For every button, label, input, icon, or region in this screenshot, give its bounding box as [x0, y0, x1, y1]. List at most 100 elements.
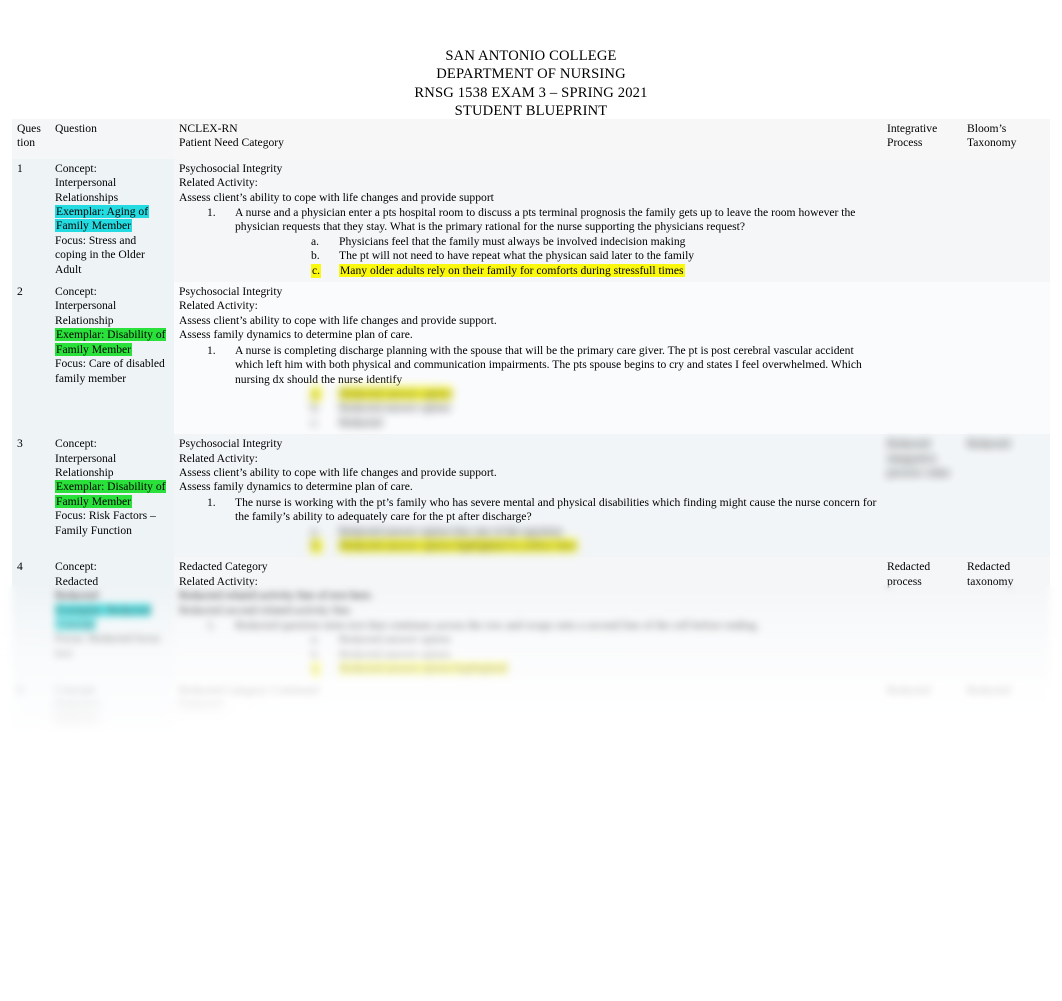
exemplar-label: Exemplar: Aging of Family Member — [55, 205, 150, 233]
integrative-process-value: Redacted integrative process value — [887, 437, 950, 479]
header-question-number: Ques tion — [12, 119, 50, 159]
nclex-category: Psychosocial Integrity — [179, 161, 283, 175]
question-item-text: A nurse and a physician enter a pts hosp… — [235, 206, 856, 234]
table-row: 5 Concept: Redacted Redacted Redacted Ca… — [12, 680, 1050, 731]
answer-option: b. Redacted answer option — [235, 401, 877, 415]
related-activity: Assess client’s ability to cope with lif… — [179, 465, 497, 479]
question-item-text: A nurse is completing discharge planning… — [235, 343, 862, 386]
header-integ-line-2: Process — [887, 136, 923, 150]
concept-label: Concept: — [55, 285, 97, 299]
table-row: 1 Concept: Interpersonal Relationships E… — [12, 158, 1050, 283]
concept-line: Interpersonal — [55, 451, 117, 465]
concept-label: Concept: — [55, 437, 97, 451]
title-line-3: RNSG 1538 EXAM 3 – SPRING 2021 — [414, 84, 648, 101]
question-item-marker: 1. — [207, 206, 216, 220]
concept-line: Redacted — [55, 712, 99, 726]
concept-line: Interpersonal — [55, 176, 117, 190]
question-item: 1. The nurse is working with the pt’s fa… — [179, 496, 877, 554]
answer-option-text: Redacted answer option highlighted in ye… — [339, 538, 578, 552]
concept-line: Redacted — [55, 574, 99, 588]
row-nclex-cell: Redacted Category Related Activity: Reda… — [174, 557, 882, 681]
row-question-number: 2 — [12, 282, 50, 435]
answer-option-correct: c. Redacted answer option highlighted — [235, 662, 877, 677]
answer-option: b. Redacted answer option highlighted in… — [235, 538, 877, 554]
answer-option: b. Redacted answer option — [235, 648, 877, 662]
answer-option-marker: c. — [311, 415, 320, 429]
related-activity-label: Related Activity: — [179, 176, 258, 190]
row-question-number: 3 — [12, 434, 50, 558]
row-blooms-taxonomy — [962, 158, 1050, 283]
header-nclex-line-1: NCLEX-RN — [179, 122, 238, 135]
nclex-category: Redacted Category — [179, 560, 268, 574]
row-integrative-process — [882, 158, 962, 283]
answer-option: b. The pt will not need to have repeat w… — [235, 249, 877, 263]
related-activity-label: Related Activity: — [179, 451, 258, 465]
answer-option-marker: a. — [311, 524, 320, 538]
concept-line: Redacted — [55, 589, 99, 603]
table-row: 3 Concept: Interpersonal Relationship Ex… — [12, 434, 1050, 558]
answer-option-text: Redacted answer option — [339, 386, 453, 400]
focus-label: Focus: Care of disabled family member — [55, 357, 165, 385]
title-line-2: DEPARTMENT OF NURSING — [436, 66, 626, 83]
concept-line: Redacted — [55, 698, 99, 712]
row-nclex-cell: Psychosocial Integrity Related Activity:… — [174, 158, 882, 283]
row-integrative-process: Redacted process — [882, 557, 962, 681]
concept-label: Concept: — [55, 560, 97, 574]
document-page: SAN ANTONIO COLLEGE DEPARTMENT OF NURSIN… — [0, 0, 1062, 1001]
header-question: Question — [50, 119, 174, 159]
question-item: 1. Redacted question stem text that cont… — [179, 619, 877, 677]
answer-option-text: Many older adults rely on their family f… — [339, 263, 685, 277]
answer-option-text: Redacted answer option highlighted — [339, 662, 509, 676]
answer-option-marker: a. — [311, 633, 320, 647]
answer-option-text: Redacted answer option — [339, 401, 451, 415]
row-blooms-taxonomy: Redacted — [962, 680, 1050, 731]
header-integ-line-1: Integrative — [887, 122, 938, 135]
answer-option-text: Redacted answer option — [339, 647, 451, 661]
header-nclex-line-2: Patient Need Category — [179, 136, 284, 150]
question-item: 1. A nurse is completing discharge plann… — [179, 344, 877, 430]
answer-option: a. Redacted answer option — [235, 386, 877, 402]
row-question-concept-cell: Concept: Interpersonal Relationships Exe… — [50, 158, 174, 283]
table-row: 4 Concept: Redacted Redacted Exemplar: R… — [12, 557, 1050, 681]
row-nclex-cell: Redacted Category Continued Redacted — [174, 680, 882, 731]
blooms-taxonomy-value: Redacted — [967, 437, 1011, 451]
answer-option-marker: b. — [311, 249, 320, 263]
header-bloom-line-1: Bloom’s — [967, 122, 1007, 135]
exemplar-label: Exemplar: Redacted Concept — [55, 603, 152, 631]
answer-option-marker: c. — [311, 662, 322, 677]
answer-option-marker: c. — [311, 263, 322, 279]
focus-label: Focus: Risk Factors – Family Function — [55, 509, 156, 537]
related-activity: Assess client’s ability to cope with lif… — [179, 190, 494, 204]
answer-option-text: Physicians feel that the family must alw… — [339, 234, 686, 248]
title-line-1: SAN ANTONIO COLLEGE — [445, 48, 617, 64]
header-question-label: Question — [55, 122, 97, 135]
row-question-number: 4 — [12, 557, 50, 681]
answer-option-marker: b. — [311, 647, 320, 661]
concept-line: Relationship — [55, 313, 114, 327]
related-activity-label: Related Activity: — [179, 299, 258, 313]
document-title-block: SAN ANTONIO COLLEGE DEPARTMENT OF NURSIN… — [0, 0, 1062, 121]
question-item-text: The nurse is working with the pt’s famil… — [235, 495, 877, 524]
header-integrative-process: Integrative Process — [882, 119, 962, 159]
row-integrative-process — [882, 282, 962, 435]
row-blooms-taxonomy — [962, 282, 1050, 435]
question-item-marker: 1. — [207, 619, 216, 632]
answer-option: a. Physicians feel that the family must … — [235, 235, 877, 249]
row-question-number: 1 — [12, 158, 50, 283]
question-item-marker: 1. — [207, 495, 216, 509]
row-question-concept-cell: Concept: Interpersonal Relationship Exem… — [50, 434, 174, 558]
row-question-concept-cell: Concept: Interpersonal Relationship Exem… — [50, 282, 174, 435]
redacted-answer-block: a. Redacted answer option line one of th… — [235, 525, 877, 554]
answer-option-marker: a. — [311, 386, 322, 402]
answer-option-text: Redacted answer option line one of the q… — [339, 524, 563, 538]
row-nclex-cell: Psychosocial Integrity Related Activity:… — [174, 282, 882, 435]
related-activity: Assess client’s ability to cope with lif… — [179, 313, 497, 327]
nclex-category: Redacted Category Continued — [179, 683, 319, 697]
related-activity: Assess family dynamics to determine plan… — [179, 480, 413, 494]
table-header-row: Ques tion Question NCLEX-RN Patient Need… — [12, 119, 1050, 159]
redacted-answer-block: a. Redacted answer option b. Redacted an… — [235, 386, 877, 430]
row-blooms-taxonomy: Redacted taxonomy — [962, 557, 1050, 681]
row-question-concept-cell: Concept: Redacted Redacted Exemplar: Red… — [50, 557, 174, 681]
related-activity-label: Related Activity: — [179, 574, 258, 588]
concept-line: Relationships — [55, 190, 119, 204]
